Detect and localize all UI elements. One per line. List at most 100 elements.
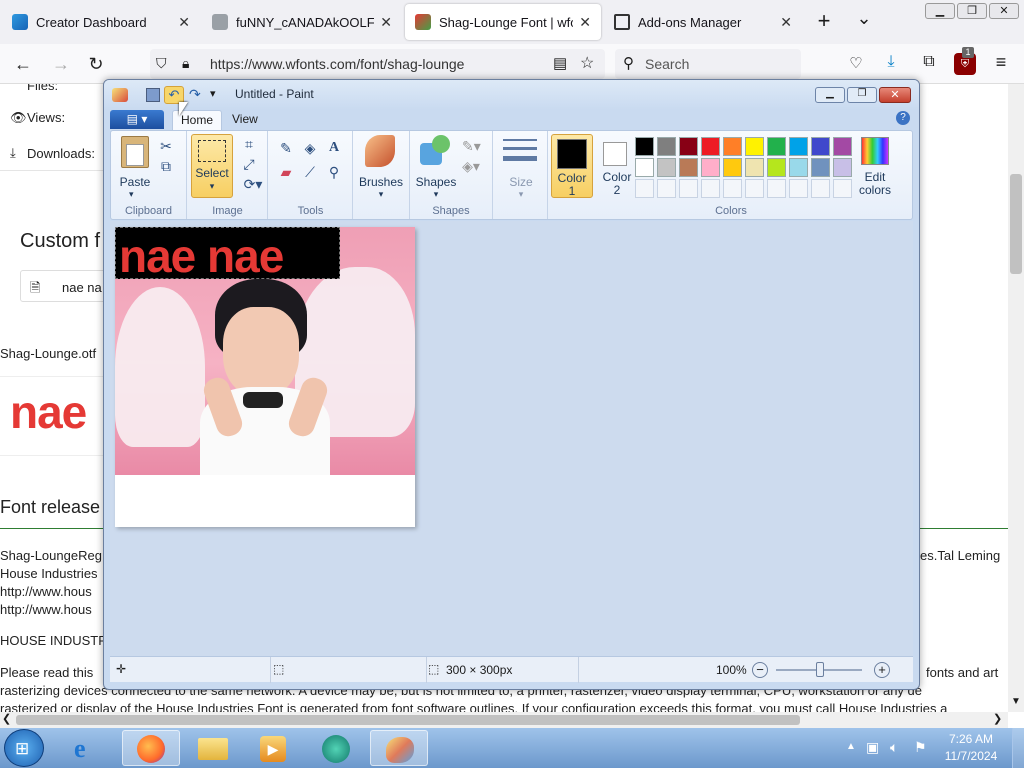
url-bar[interactable]: ⛉ 🔒︎ https://www.wfonts.com/font/shag-lo… xyxy=(150,49,605,79)
start-button[interactable]: ⊞ xyxy=(4,729,44,767)
paint-taskbar-button[interactable] xyxy=(370,730,428,766)
network-icon[interactable]: ▣ xyxy=(866,739,879,756)
downloads-icon[interactable]: ⤓ xyxy=(880,53,902,75)
tab-funny-canadakoolfeve[interactable]: fuNNY_cANADAkOOLFEVE ✕ xyxy=(202,4,402,40)
palette-swatch[interactable] xyxy=(657,158,676,177)
palette-swatch[interactable] xyxy=(811,158,830,177)
custom-color-slot[interactable] xyxy=(657,179,676,198)
palette-swatch[interactable] xyxy=(745,137,764,156)
lock-icon[interactable]: 🔒︎ xyxy=(182,55,189,72)
zoom-in-button[interactable]: + xyxy=(874,662,890,678)
custom-color-slot[interactable] xyxy=(811,179,830,198)
palette-swatch[interactable] xyxy=(701,158,720,177)
forward-button[interactable]: → xyxy=(48,52,74,76)
custom-color-slot[interactable] xyxy=(745,179,764,198)
custom-color-slot[interactable] xyxy=(767,179,786,198)
app-button[interactable] xyxy=(308,730,362,766)
new-tab-button[interactable]: + xyxy=(812,10,836,34)
paint-minimize-button[interactable]: ▁ xyxy=(815,87,845,103)
scroll-down-icon[interactable]: ▼ xyxy=(1011,696,1021,707)
back-button[interactable]: ← xyxy=(10,52,36,76)
selection-box[interactable]: nae nae xyxy=(115,227,340,282)
list-all-tabs-button[interactable]: ⌄ xyxy=(852,8,876,32)
palette-swatch[interactable] xyxy=(833,158,852,177)
menu-icon[interactable]: ≡ xyxy=(990,52,1012,74)
canvas-area[interactable]: nae nae xyxy=(110,221,913,656)
scroll-thumb[interactable] xyxy=(16,715,800,725)
paste-dropdown-icon[interactable]: ▾ xyxy=(129,189,134,200)
color2-button[interactable]: Color 2 xyxy=(597,134,637,198)
tab-view[interactable]: View xyxy=(232,112,258,126)
page-vertical-scrollbar[interactable]: ▼ xyxy=(1008,84,1024,712)
page-horizontal-scrollbar[interactable]: ❮ ❯ xyxy=(0,712,1008,728)
close-window-button[interactable]: ✕ xyxy=(989,3,1019,19)
rotate-icon[interactable]: ⟳▾ xyxy=(240,175,266,193)
search-input[interactable]: ⚲ Search xyxy=(615,49,801,79)
custom-color-slot[interactable] xyxy=(635,179,654,198)
extensions-icon[interactable]: ⧉ xyxy=(918,53,940,75)
drawing-canvas[interactable]: nae nae xyxy=(115,227,415,527)
reader-view-icon[interactable]: ▤ xyxy=(553,54,567,72)
size-button[interactable]: Size ▾ xyxy=(494,131,548,219)
edit-colors-button[interactable]: Edit colors xyxy=(853,134,897,198)
color1-button[interactable]: Color 1 xyxy=(551,134,593,198)
palette-swatch[interactable] xyxy=(789,137,808,156)
paint-maximize-button[interactable]: ❐ xyxy=(847,87,877,103)
help-icon[interactable]: ? xyxy=(896,111,910,125)
fill-style-icon[interactable]: ◈▾ xyxy=(462,157,480,175)
custom-color-slot[interactable] xyxy=(679,179,698,198)
palette-swatch[interactable] xyxy=(811,137,830,156)
crop-icon[interactable]: ⌗ xyxy=(240,135,258,153)
close-tab-icon[interactable]: ✕ xyxy=(178,14,190,31)
palette-swatch[interactable] xyxy=(701,137,720,156)
action-center-icon[interactable]: ⚑ xyxy=(914,739,927,756)
bookmark-star-icon[interactable]: ☆ xyxy=(580,53,594,73)
resize-icon[interactable]: ⤢ xyxy=(240,155,258,173)
copy-icon[interactable]: ⧉ xyxy=(157,157,175,175)
paint-close-button[interactable]: ✕ xyxy=(879,87,911,103)
palette-swatch[interactable] xyxy=(679,158,698,177)
clock-time[interactable]: 7:26 AM xyxy=(936,732,1006,746)
maximize-button[interactable]: ❐ xyxy=(957,3,987,19)
palette-swatch[interactable] xyxy=(745,158,764,177)
scroll-left-icon[interactable]: ❮ xyxy=(2,712,11,725)
palette-swatch[interactable] xyxy=(657,137,676,156)
custom-color-slot[interactable] xyxy=(723,179,742,198)
brushes-button[interactable]: Brushes ▾ xyxy=(355,131,407,201)
scroll-right-icon[interactable]: ❯ xyxy=(993,712,1002,725)
paste-icon[interactable] xyxy=(121,136,149,168)
clock-date[interactable]: 11/7/2024 xyxy=(936,749,1006,763)
palette-swatch[interactable] xyxy=(833,137,852,156)
palette-swatch[interactable] xyxy=(635,137,654,156)
zoom-out-button[interactable]: − xyxy=(752,662,768,678)
paint-app-icon[interactable] xyxy=(112,88,128,102)
paste-button[interactable]: Paste xyxy=(115,175,155,189)
outline-icon[interactable]: ✎▾ xyxy=(462,137,481,155)
palette-swatch[interactable] xyxy=(679,137,698,156)
custom-color-slot[interactable] xyxy=(789,179,808,198)
pencil-icon[interactable]: ✎ xyxy=(277,139,295,157)
tab-add-ons-manager[interactable]: Add-ons Manager ✕ xyxy=(604,4,802,40)
close-tab-icon[interactable]: ✕ xyxy=(780,14,792,31)
paint-menu-button[interactable]: ▤ ▾ xyxy=(110,110,164,129)
palette-swatch[interactable] xyxy=(723,158,742,177)
cut-icon[interactable]: ✂ xyxy=(157,137,175,155)
custom-color-slot[interactable] xyxy=(701,179,720,198)
pocket-icon[interactable]: ♡ xyxy=(845,54,867,74)
zoom-slider-thumb[interactable] xyxy=(816,662,824,677)
close-tab-icon[interactable]: ✕ xyxy=(579,14,591,31)
shield-icon[interactable]: ⛉ xyxy=(156,55,167,72)
explorer-button[interactable] xyxy=(186,730,240,766)
shapes-button[interactable] xyxy=(420,135,452,167)
palette-swatch[interactable] xyxy=(635,158,654,177)
palette-swatch[interactable] xyxy=(767,137,786,156)
show-hidden-icons[interactable]: ▲ xyxy=(846,741,856,752)
tab-creator-dashboard[interactable]: Creator Dashboard ✕ xyxy=(2,4,200,40)
magnifier-icon[interactable]: ⚲ xyxy=(325,163,343,181)
redo-icon[interactable]: ↷ xyxy=(189,86,201,103)
color-picker-icon[interactable]: ⟋ xyxy=(301,163,319,181)
text-icon[interactable]: A xyxy=(325,139,343,157)
internet-explorer-button[interactable]: e xyxy=(62,730,116,766)
customize-quick-access-icon[interactable]: ▾ xyxy=(210,87,216,100)
save-icon[interactable] xyxy=(146,88,160,102)
